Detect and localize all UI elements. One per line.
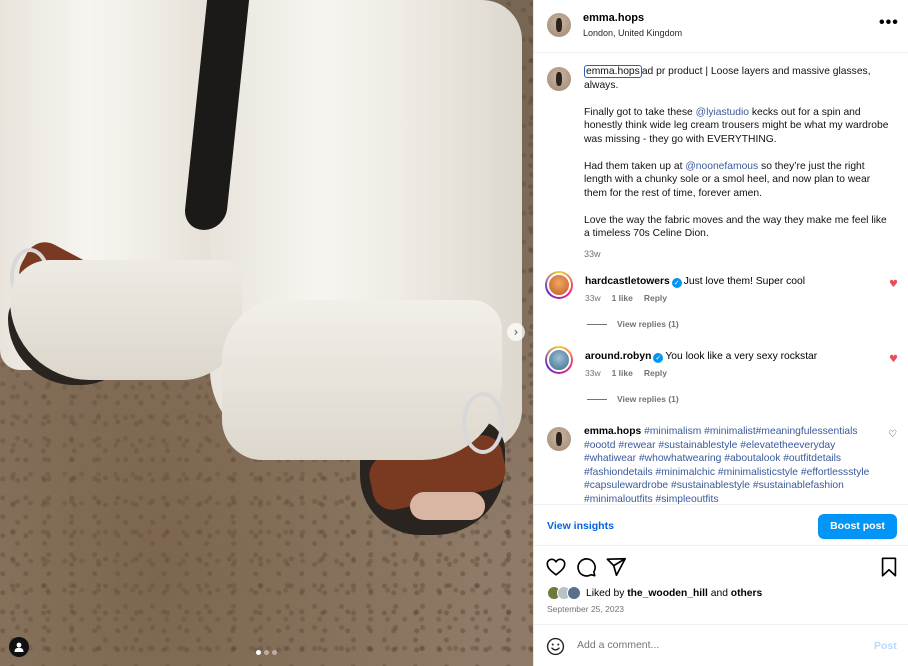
share-paper-plane-icon[interactable] — [605, 556, 627, 578]
comment-avatar[interactable] — [545, 271, 573, 299]
trouser-left-hem — [10, 260, 242, 380]
hashtag-links[interactable]: #minimalism #minimalist#meaningfulessent… — [584, 426, 869, 504]
caption-avatar[interactable] — [547, 67, 571, 91]
avatar[interactable] — [547, 13, 571, 37]
caption-text: Had them taken up at — [584, 160, 686, 172]
caption-username[interactable]: emma.hops — [584, 65, 642, 78]
post-actions — [534, 556, 908, 580]
mention-link[interactable]: @lyiastudio — [696, 107, 749, 118]
buckle-right — [462, 392, 504, 454]
post-header: emma.hops London, United Kingdom ••• — [534, 0, 908, 53]
verified-badge-icon: ✓ — [653, 353, 664, 363]
liked-by-text: Liked by the_wooden_hill and others — [586, 588, 762, 599]
comments-list[interactable]: emma.hops ad pr product | Loose layers an… — [534, 54, 908, 504]
hashtags-text: emma.hops #minimalism #minimalist#meanin… — [584, 425, 884, 504]
more-options-button[interactable]: ••• — [879, 14, 899, 32]
bookmark-icon[interactable] — [878, 556, 900, 578]
view-insights-link[interactable]: View insights — [547, 520, 614, 532]
liked-by-prefix: Liked by — [586, 587, 628, 599]
replies-divider — [587, 398, 607, 400]
comment-text: You look like a very sexy rockstar — [665, 351, 818, 362]
mention-link[interactable]: @noonefamous — [685, 161, 758, 172]
liker-username[interactable]: the_wooden_hill — [627, 588, 708, 599]
like-heart-icon[interactable]: ♥ — [889, 354, 898, 365]
comment-timestamp[interactable]: 33w — [585, 368, 601, 378]
like-heart-outline-icon[interactable] — [545, 556, 567, 578]
like-heart-outline-icon[interactable]: ♡ — [888, 429, 897, 440]
comment-bubble-icon[interactable] — [575, 556, 597, 578]
likes-others-link[interactable]: others — [731, 588, 762, 599]
reply-button[interactable]: Reply — [644, 293, 667, 303]
post-date[interactable]: September 25, 2023 — [547, 604, 624, 614]
boost-post-button[interactable]: Boost post — [818, 514, 897, 539]
carousel-next-button[interactable]: › — [507, 323, 525, 341]
caption-text: Love the way the fabric moves and the wa… — [584, 214, 887, 240]
add-comment-bar: Post — [534, 624, 908, 666]
header-location[interactable]: London, United Kingdom — [583, 28, 682, 38]
carousel-dot — [264, 650, 269, 655]
comment-meta: 33w 1 like Reply — [585, 293, 667, 303]
comment-text: Just love them! Super cool — [683, 276, 806, 287]
view-replies-button[interactable]: View replies (1) — [587, 394, 679, 404]
view-replies-label: View replies (1) — [617, 394, 679, 404]
replies-divider — [587, 323, 607, 325]
caption-timestamp[interactable]: 33w — [584, 248, 894, 262]
view-replies-label: View replies (1) — [617, 319, 679, 329]
reply-button[interactable]: Reply — [644, 368, 667, 378]
liked-by-middle: and — [707, 587, 731, 599]
comment-username[interactable]: emma.hops — [584, 426, 641, 437]
header-username[interactable]: emma.hops — [583, 12, 644, 24]
comment-avatar[interactable] — [547, 427, 571, 451]
comment-line: hardcastletowers ✓ Just love them! Super c… — [585, 276, 885, 288]
like-heart-icon[interactable]: ♥ — [889, 279, 898, 290]
person-icon — [14, 642, 24, 652]
comment-avatar[interactable] — [545, 346, 573, 374]
comment-likes[interactable]: 1 like — [612, 368, 633, 378]
comment-likes[interactable]: 1 like — [612, 293, 633, 303]
post-comment-button[interactable]: Post — [874, 640, 897, 652]
post-side-panel: emma.hops London, United Kingdom ••• emm… — [533, 0, 908, 666]
comment-meta: 33w 1 like Reply — [585, 368, 667, 378]
emoji-icon[interactable] — [546, 637, 565, 656]
comment-line: around.robyn ✓ You look like a very sexy r… — [585, 351, 885, 363]
liker-avatar[interactable] — [567, 586, 581, 600]
carousel-dots — [256, 650, 277, 655]
caption: emma.hops ad pr product | Loose layers an… — [584, 65, 894, 262]
toes-right — [410, 492, 485, 520]
insights-bar: View insights Boost post — [534, 504, 908, 546]
comment-username[interactable]: hardcastletowers — [585, 276, 670, 287]
comment-input[interactable] — [577, 639, 857, 651]
tagged-users-button[interactable] — [9, 637, 29, 657]
view-replies-button[interactable]: View replies (1) — [587, 319, 679, 329]
verified-badge-icon: ✓ — [671, 278, 682, 288]
trouser-right-hem — [222, 300, 502, 460]
comment-username[interactable]: around.robyn — [585, 351, 651, 362]
carousel-dot — [256, 650, 261, 655]
post-photo[interactable]: › — [0, 0, 533, 666]
caption-text: Finally got to take these — [584, 106, 696, 118]
carousel-dot — [272, 650, 277, 655]
comment-timestamp[interactable]: 33w — [585, 293, 601, 303]
liked-by-row: Liked by the_wooden_hill and others — [547, 586, 762, 600]
